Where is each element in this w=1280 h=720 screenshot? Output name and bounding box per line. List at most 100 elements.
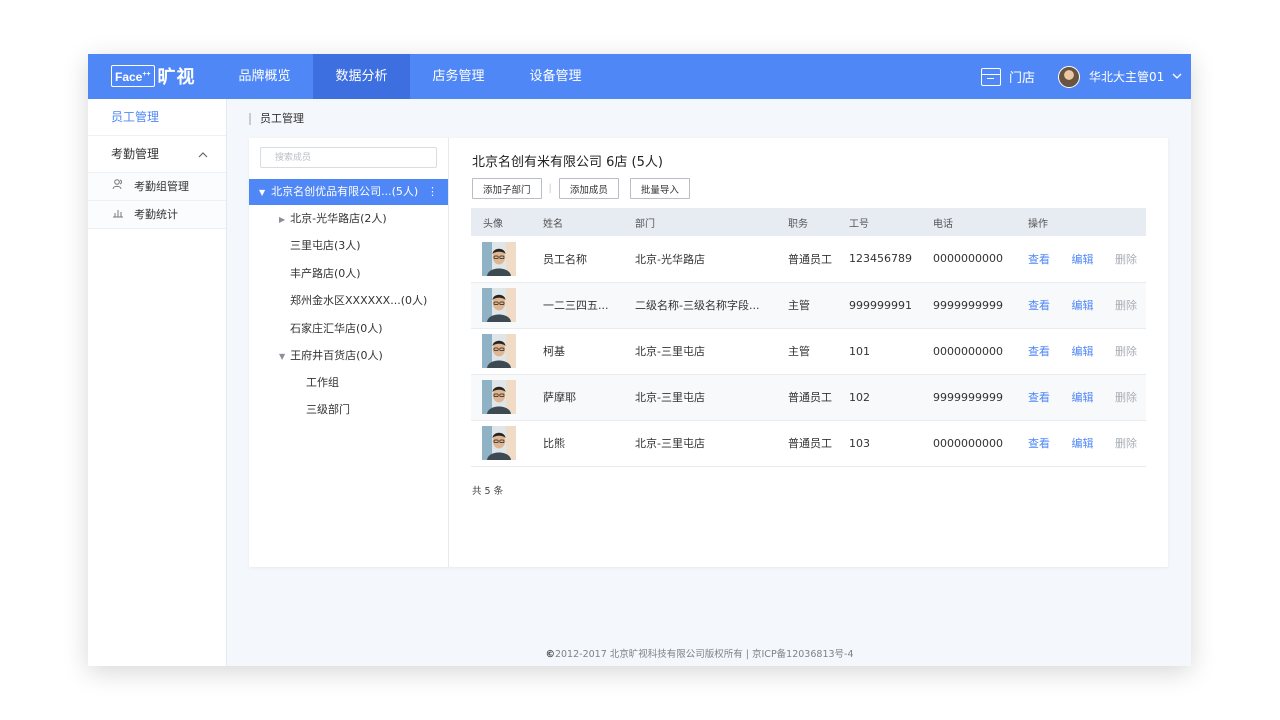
- table-header-row: 头像 姓名 部门 职务 工号 电话 操作: [471, 208, 1146, 236]
- employee-phone: 9999999999: [921, 374, 1016, 421]
- app-window: Face++ 旷视 品牌概览 数据分析 店务管理 设备管理 门店 华北大主管01…: [88, 54, 1191, 666]
- tree-node[interactable]: 三里屯店(3人): [290, 238, 361, 254]
- employee-name: 萨摩耶: [531, 374, 623, 421]
- employee-id: 102: [837, 374, 921, 421]
- employee-phone: 0000000000: [921, 328, 1016, 375]
- employee-role: 主管: [776, 328, 837, 375]
- column-header: 工号: [837, 208, 921, 236]
- delete-link[interactable]: 删除: [1115, 437, 1137, 450]
- breadcrumb: 员工管理: [249, 113, 304, 125]
- edit-link[interactable]: 编辑: [1072, 253, 1094, 266]
- caret-right-icon: ▶: [279, 215, 286, 224]
- sidebar-item-attendance-group[interactable]: 考勤组管理: [88, 173, 226, 201]
- photo-cell: [471, 236, 531, 283]
- employee-name: 一二三四五...: [531, 282, 623, 329]
- toolbar-divider: |: [548, 183, 552, 194]
- view-link[interactable]: 查看: [1028, 299, 1050, 312]
- delete-link[interactable]: 删除: [1115, 345, 1137, 358]
- store-icon: [981, 67, 1001, 86]
- tree-node[interactable]: 工作组: [306, 375, 339, 391]
- toolbar: 添加子部门 | 添加成员 批量导入: [472, 178, 690, 199]
- sidebar-item-employee[interactable]: 员工管理: [88, 99, 226, 136]
- column-header: 部门: [623, 208, 776, 236]
- row-actions: 查看 编辑 删除: [1016, 282, 1146, 329]
- tree-node[interactable]: ▶ 北京-光华路店(2人): [279, 211, 387, 228]
- caret-down-icon: ▼: [279, 352, 286, 361]
- table-row: 一二三四五... 二级名称-三级名称字段... 主管 999999991 999…: [471, 282, 1146, 329]
- nav-device-management[interactable]: 设备管理: [507, 54, 604, 99]
- nav-brand-overview[interactable]: 品牌概览: [216, 54, 313, 99]
- employee-photo: [482, 380, 516, 414]
- view-link[interactable]: 查看: [1028, 253, 1050, 266]
- photo-cell: [471, 328, 531, 375]
- user-avatar: [1058, 65, 1080, 88]
- employee-photo: [482, 288, 516, 322]
- employee-name: 比熊: [531, 420, 623, 467]
- employee-role: 普通员工: [776, 236, 837, 283]
- tree-node[interactable]: 石家庄汇华店(0人): [290, 321, 383, 337]
- column-header: 电话: [921, 208, 1016, 236]
- user-name: 华北大主管01: [1089, 70, 1165, 84]
- table-row: 员工名称 北京-光华路店 普通员工 123456789 0000000000 查…: [471, 236, 1146, 283]
- employee-department: 二级名称-三级名称字段...: [623, 282, 776, 329]
- main-panel: ▼ 北京名创优品有限公司...(5人) ⋮ ▶北京-光华路店(2人) 三里屯店(3…: [249, 138, 1168, 567]
- tree-node[interactable]: 郑州金水区XXXXXX...(0人): [290, 293, 427, 309]
- department-title: 北京名创有米有限公司 6店 (5人): [472, 155, 663, 170]
- view-link[interactable]: 查看: [1028, 391, 1050, 404]
- tree-node[interactable]: 三级部门: [306, 402, 350, 418]
- delete-link[interactable]: 删除: [1115, 391, 1137, 404]
- employee-department: 北京-三里屯店: [623, 374, 776, 421]
- employee-phone: 9999999999: [921, 282, 1016, 329]
- employee-photo: [482, 426, 516, 460]
- department-tree: ▼ 北京名创优品有限公司...(5人) ⋮ ▶北京-光华路店(2人) 三里屯店(3…: [249, 138, 449, 567]
- employee-id: 101: [837, 328, 921, 375]
- employee-role: 普通员工: [776, 374, 837, 421]
- edit-link[interactable]: 编辑: [1072, 437, 1094, 450]
- employee-department: 北京-三里屯店: [623, 328, 776, 375]
- nav-store-management[interactable]: 店务管理: [410, 54, 507, 99]
- column-header: 操作: [1016, 208, 1146, 236]
- main-nav: 品牌概览 数据分析 店务管理 设备管理: [216, 54, 604, 99]
- chevron-up-icon: [198, 136, 208, 172]
- chevron-down-icon: [1172, 71, 1182, 82]
- sidebar-item-label: 考勤组管理: [134, 179, 189, 193]
- nav-data-analysis[interactable]: 数据分析: [313, 54, 410, 99]
- employee-id: 999999991: [837, 282, 921, 329]
- footer: ©2012-2017 北京旷视科技有限公司版权所有 | 京ICP备1203681…: [88, 646, 1191, 660]
- sidebar-item-label: 考勤统计: [134, 207, 178, 221]
- row-actions: 查看 编辑 删除: [1016, 328, 1146, 375]
- bulk-import-button[interactable]: 批量导入: [629, 178, 690, 199]
- view-link[interactable]: 查看: [1028, 437, 1050, 450]
- delete-link[interactable]: 删除: [1115, 299, 1137, 312]
- photo-cell: [471, 374, 531, 421]
- add-member-button[interactable]: 添加成员: [558, 178, 619, 199]
- brand-logo[interactable]: Face++ 旷视: [111, 65, 196, 88]
- edit-link[interactable]: 编辑: [1072, 345, 1094, 358]
- tree-root-node[interactable]: ▼ 北京名创优品有限公司...(5人) ⋮: [249, 179, 448, 205]
- add-sub-department-button[interactable]: 添加子部门: [472, 178, 542, 199]
- employee-photo: [482, 334, 516, 368]
- employee-phone: 0000000000: [921, 236, 1016, 283]
- employee-department: 北京-光华路店: [623, 236, 776, 283]
- store-switch[interactable]: 门店: [981, 54, 1035, 99]
- sidebar-group-label: 考勤管理: [111, 147, 160, 161]
- logo-face-mark: Face++: [111, 65, 155, 87]
- row-actions: 查看 编辑 删除: [1016, 420, 1146, 467]
- tree-node[interactable]: ▼ 王府井百货店(0人): [279, 348, 383, 365]
- member-content: 北京名创有米有限公司 6店 (5人) 添加子部门 | 添加成员 批量导入: [472, 151, 690, 199]
- table-row: 萨摩耶 北京-三里屯店 普通员工 102 9999999999 查看 编辑 删除: [471, 374, 1146, 421]
- edit-link[interactable]: 编辑: [1072, 299, 1094, 312]
- delete-link[interactable]: 删除: [1115, 253, 1137, 266]
- total-count: 共 5 条: [472, 486, 504, 497]
- sidebar-group-attendance[interactable]: 考勤管理: [88, 136, 226, 173]
- view-link[interactable]: 查看: [1028, 345, 1050, 358]
- member-search-input[interactable]: [260, 147, 437, 168]
- edit-link[interactable]: 编辑: [1072, 391, 1094, 404]
- sidebar-item-attendance-stats[interactable]: 考勤统计: [88, 201, 226, 229]
- more-vertical-icon[interactable]: ⋮: [427, 179, 438, 205]
- users-icon: [111, 173, 124, 201]
- photo-cell: [471, 282, 531, 329]
- tree-node[interactable]: 丰产路店(0人): [290, 266, 361, 282]
- user-menu[interactable]: 华北大主管01: [1058, 54, 1182, 99]
- member-table: 头像 姓名 部门 职务 工号 电话 操作 员工名称 北京-光华路店 普通员工 1…: [471, 208, 1146, 467]
